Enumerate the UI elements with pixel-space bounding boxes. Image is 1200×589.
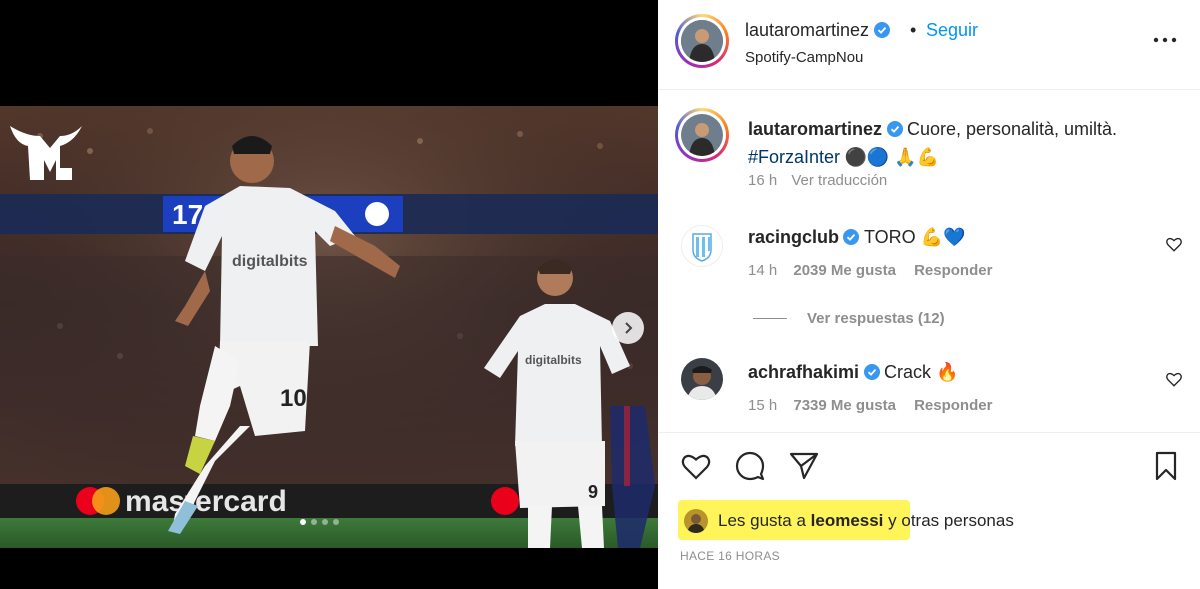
banner-text: mastercard: [125, 485, 287, 518]
post-username[interactable]: lautaromartinez: [745, 20, 891, 41]
jersey-main: 10: [280, 385, 307, 412]
caption-text: Cuore, personalità, umiltà.: [906, 119, 1118, 139]
verified-icon: [874, 22, 891, 38]
achrafhakimi-avatar[interactable]: [681, 358, 723, 400]
bookmark-icon[interactable]: [1150, 450, 1182, 482]
racingclub-avatar[interactable]: [681, 225, 723, 267]
carousel-dot[interactable]: [300, 519, 306, 525]
caption-username[interactable]: lautaromartinez: [748, 119, 882, 139]
sponsor-text-2: digitalbits: [525, 353, 582, 367]
likes-user[interactable]: leomessi: [811, 511, 884, 530]
reply-button[interactable]: Responder: [914, 397, 992, 414]
comment-username[interactable]: achrafhakimi: [748, 362, 859, 382]
caption-hashtag[interactable]: #ForzaInter: [748, 147, 840, 167]
post-header: lautaromartinez • Seguir Spotify-CampNou: [658, 0, 1200, 90]
post-timestamp[interactable]: HACE 16 HORAS: [680, 549, 780, 563]
avatar: [681, 20, 723, 62]
next-slide-button[interactable]: [612, 312, 644, 344]
carousel-dot[interactable]: [311, 519, 317, 525]
ml-logo-icon: [10, 126, 82, 180]
caption-time[interactable]: 16 h: [748, 172, 777, 189]
reply-button[interactable]: Responder: [914, 262, 992, 279]
carousel-dots: [300, 519, 339, 525]
comment-meta: 14 h 2039 Me gusta Responder: [748, 262, 992, 279]
follow-button[interactable]: Seguir: [926, 20, 978, 41]
caption-story-ring[interactable]: [675, 108, 729, 162]
translate-link[interactable]: Ver traducción: [791, 172, 887, 189]
caption: lautaromartinez Cuore, personalità, umil…: [748, 116, 1168, 172]
comment-racingclub: racingclub TORO 💪💙: [748, 225, 965, 251]
caption-emojis: ⚫🔵 🙏💪: [844, 147, 940, 167]
comment-text: TORO 💪💙: [863, 227, 966, 247]
view-replies-label[interactable]: Ver respuestas (12): [807, 310, 945, 327]
heart-icon[interactable]: [1165, 235, 1183, 253]
likes-prefix: Les gusta a: [718, 511, 806, 530]
sponsor-text: digitalbits: [232, 253, 308, 270]
comment-likes[interactable]: 7339 Me gusta: [793, 397, 896, 414]
likes-summary: Les gusta a leomessi y otras personas: [718, 511, 1014, 531]
post-photo: 17 mastercard digitalbits 10 digitalbits…: [0, 106, 658, 548]
comment-time[interactable]: 15 h: [748, 397, 777, 414]
comment-username[interactable]: racingclub: [748, 227, 839, 247]
verified-icon: [863, 364, 880, 380]
verified-icon: [843, 229, 860, 245]
likes-suffix[interactable]: y otras personas: [888, 511, 1014, 530]
comment-text: Crack 🔥: [883, 362, 959, 382]
carousel-dot[interactable]: [333, 519, 339, 525]
heart-icon[interactable]: [1165, 370, 1183, 388]
story-ring[interactable]: [675, 14, 729, 68]
comment-time[interactable]: 14 h: [748, 262, 777, 279]
post-location[interactable]: Spotify-CampNou: [745, 49, 863, 66]
caption-meta: 16 h Ver traducción: [748, 172, 887, 189]
post-media: 17 mastercard digitalbits 10 digitalbits…: [0, 0, 658, 589]
comment-likes[interactable]: 2039 Me gusta: [793, 262, 896, 279]
jersey-secondary: 9: [588, 482, 598, 502]
post-username-text[interactable]: lautaromartinez: [745, 20, 869, 40]
caption-avatar: [681, 114, 723, 156]
carousel-dot[interactable]: [322, 519, 328, 525]
separator-dot: •: [910, 20, 917, 40]
comment-meta: 15 h 7339 Me gusta Responder: [748, 397, 992, 414]
liker-avatar[interactable]: [684, 509, 708, 533]
replies-divider: [753, 318, 787, 319]
more-icon[interactable]: [1152, 30, 1178, 50]
share-icon[interactable]: [788, 450, 820, 482]
view-replies[interactable]: Ver respuestas (12): [753, 310, 945, 327]
comment-icon[interactable]: [734, 450, 766, 482]
comment-achrafhakimi: achrafhakimi Crack 🔥: [748, 360, 958, 386]
post-panel: lautaromartinez • Seguir Spotify-CampNou…: [658, 0, 1200, 589]
chevron-right-icon: [625, 322, 633, 334]
verified-icon: [886, 121, 903, 137]
heart-icon[interactable]: [680, 450, 712, 482]
